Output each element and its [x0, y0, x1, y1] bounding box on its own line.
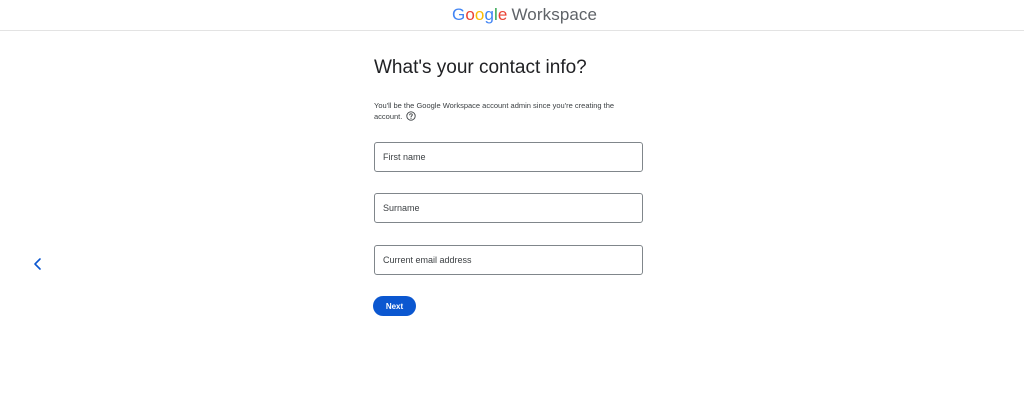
google-workspace-logo: Google Workspace: [452, 5, 597, 25]
page-title: What's your contact info?: [374, 57, 587, 78]
help-circle-icon[interactable]: [406, 111, 417, 121]
surname-input[interactable]: [374, 193, 643, 223]
logo-letter: o: [465, 5, 475, 24]
next-button[interactable]: Next: [373, 296, 416, 316]
logo-letter: g: [484, 5, 495, 24]
first-name-input[interactable]: [374, 142, 643, 172]
back-button[interactable]: [30, 256, 46, 272]
top-header: Google Workspace: [0, 0, 1024, 31]
logo-letter: G: [452, 5, 466, 24]
logo-letter: e: [497, 5, 508, 24]
chevron-left-icon: [34, 258, 41, 270]
logo-product-name: Workspace: [511, 5, 598, 24]
page-subtitle: You'll be the Google Workspace account a…: [374, 100, 636, 122]
email-input[interactable]: [374, 245, 643, 275]
